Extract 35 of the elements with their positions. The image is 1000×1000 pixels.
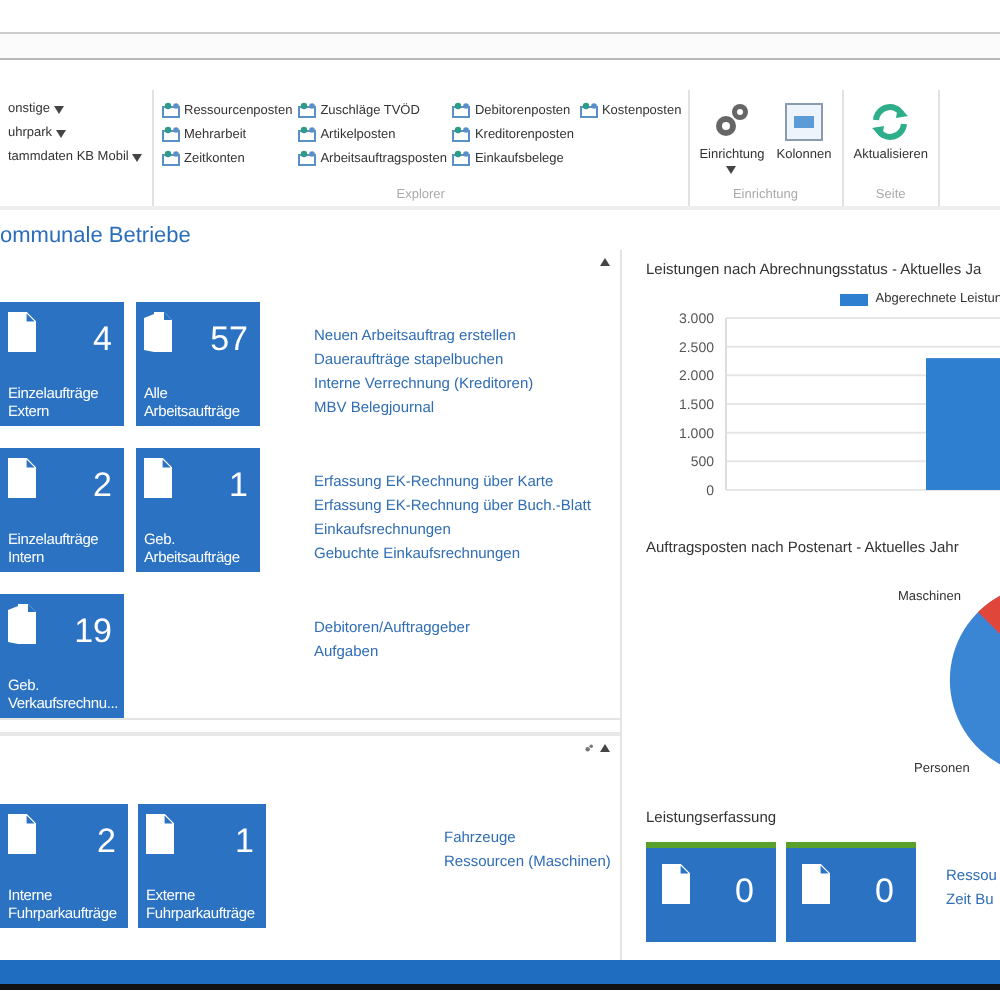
list-icon — [162, 150, 180, 166]
tile-count: 2 — [93, 464, 114, 506]
list-icon — [452, 102, 471, 118]
tile-count: 4 — [93, 318, 114, 360]
tile-count: 0 — [735, 870, 756, 914]
list-icon — [579, 102, 598, 118]
list-icon — [162, 126, 180, 142]
legend-swatch — [839, 293, 868, 305]
documents-icon — [8, 604, 36, 644]
list-icon — [298, 150, 317, 166]
document-icon — [146, 814, 174, 854]
list-icon — [298, 126, 317, 142]
list-icon — [452, 126, 471, 142]
tile[interactable]: 0 — [646, 842, 776, 942]
tile-count: 0 — [875, 870, 896, 914]
columns-icon — [781, 100, 826, 144]
tile-count: 2 — [97, 820, 118, 862]
list-icon — [162, 102, 180, 118]
list-icon — [452, 150, 471, 166]
document-icon — [662, 864, 690, 904]
tile[interactable]: 0 — [786, 842, 916, 942]
document-icon — [8, 458, 36, 498]
document-icon — [8, 814, 36, 854]
tile-count: 1 — [229, 464, 250, 506]
bar — [926, 358, 1000, 490]
document-icon — [8, 312, 36, 352]
tile-count: 1 — [235, 820, 256, 862]
tile-count: 19 — [74, 610, 114, 652]
document-icon — [144, 458, 172, 498]
list-icon — [298, 102, 317, 118]
tile-count: 57 — [210, 318, 250, 360]
page-title: ommunale Betriebe — [0, 224, 193, 250]
refresh-icon — [868, 100, 913, 144]
document-icon — [802, 864, 830, 904]
documents-icon — [144, 312, 172, 352]
